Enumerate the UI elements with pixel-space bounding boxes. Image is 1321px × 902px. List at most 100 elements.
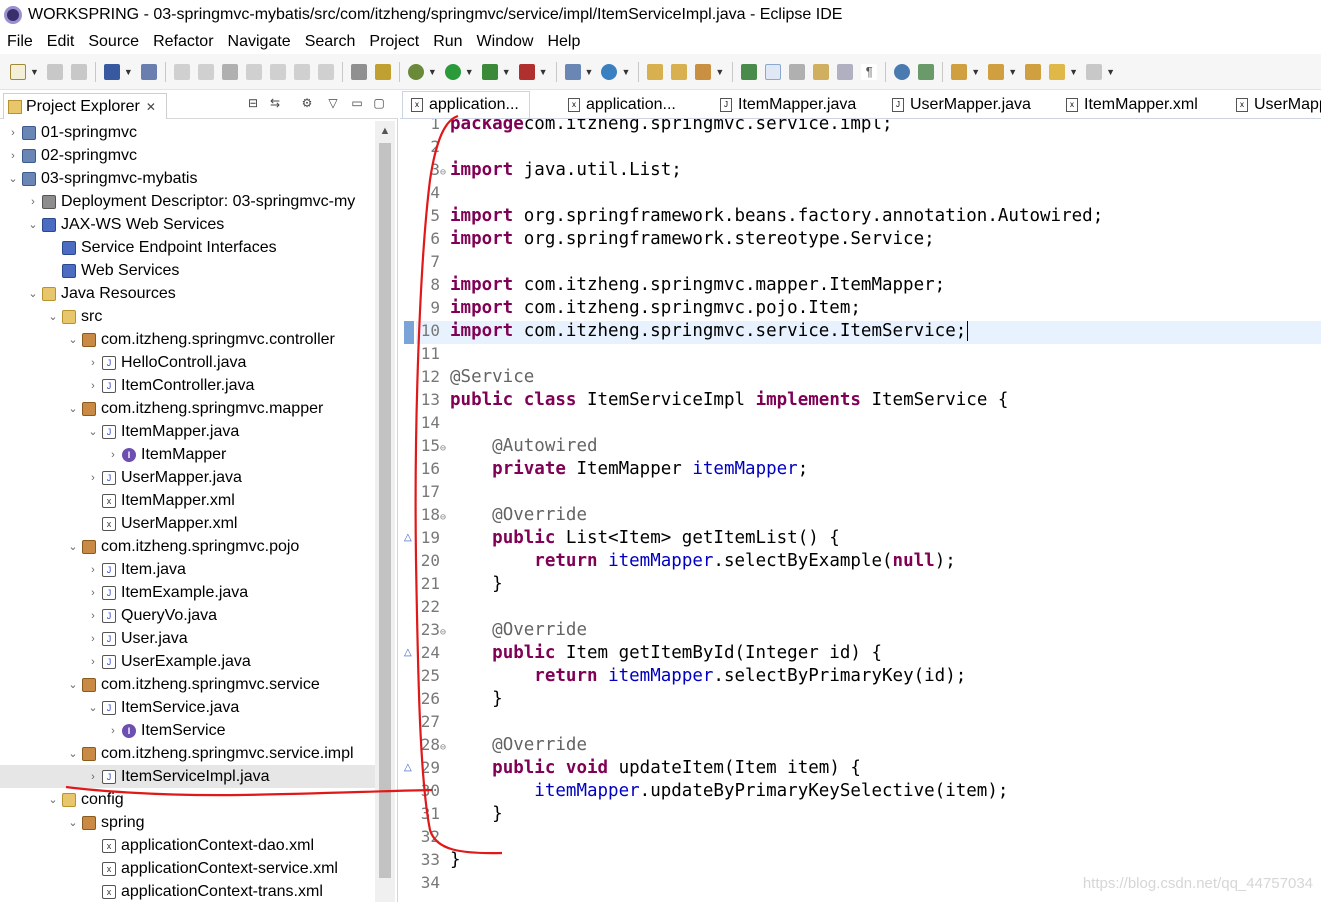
paragraph-icon[interactable]: ¶ (861, 63, 878, 80)
tree-item[interactable]: › J ItemExample.java (0, 581, 375, 604)
collapsed-chevron-icon[interactable]: › (86, 633, 100, 645)
code-line[interactable]: 32 (416, 825, 1321, 848)
expanded-chevron-icon[interactable]: ⌄ (26, 218, 40, 231)
expanded-chevron-icon[interactable]: ⌄ (86, 425, 100, 438)
collapsed-chevron-icon[interactable]: › (86, 357, 100, 369)
tree-item[interactable]: ⌄ com.itzheng.springmvc.controller (0, 328, 375, 351)
expanded-chevron-icon[interactable]: ⌄ (86, 701, 100, 714)
debug-dropdown-icon[interactable]: ▼ (428, 67, 437, 77)
minimize-icon[interactable]: ▭ (350, 96, 364, 110)
link-with-editor-icon[interactable]: ⇆ (268, 96, 282, 110)
code-line[interactable]: 1 packagecom.itzheng.springmvc.service.im… (416, 119, 1321, 135)
tree-item[interactable]: x applicationContext-trans.xml (0, 880, 375, 902)
tree-item[interactable]: › I ItemMapper (0, 443, 375, 466)
next-annotation-dropdown-icon[interactable]: ▼ (971, 67, 980, 77)
project-explorer-tab[interactable]: Project Explorer ✕ (3, 93, 167, 119)
code-line[interactable]: 20 return itemMapper.selectByExample(nul… (416, 549, 1321, 572)
debug-icon[interactable] (407, 63, 424, 80)
collapsed-chevron-icon[interactable]: › (106, 725, 120, 737)
code-line[interactable]: 29 public void updateItem(Item item) { (416, 756, 1321, 779)
close-view-icon[interactable]: ✕ (146, 100, 156, 114)
tree-item[interactable]: › J HelloControll.java (0, 351, 375, 374)
build-icon[interactable] (374, 63, 391, 80)
expanded-chevron-icon[interactable]: ⌄ (6, 172, 20, 185)
code-line[interactable]: 33} (416, 848, 1321, 871)
editor-tab[interactable]: x UserMapp (1228, 91, 1321, 118)
tree-item[interactable]: › I ItemService (0, 719, 375, 742)
code-line[interactable]: 31 } (416, 802, 1321, 825)
expanded-chevron-icon[interactable]: ⌄ (66, 816, 80, 829)
collapsed-chevron-icon[interactable]: › (86, 564, 100, 576)
scroll-up-icon[interactable]: ▲ (375, 121, 395, 141)
save-all-icon[interactable] (70, 63, 87, 80)
forward-icon[interactable] (1086, 63, 1103, 80)
code-line[interactable]: 13 public class ItemServiceImpl implement… (416, 388, 1321, 411)
tree-item[interactable]: ⌄ 03-springmvc-mybatis (0, 167, 375, 190)
maximize-icon[interactable]: ▢ (372, 96, 386, 110)
code-line[interactable]: 27 (416, 710, 1321, 733)
tree-item[interactable]: ⌄ com.itzheng.springmvc.service.impl (0, 742, 375, 765)
disconnect-icon[interactable] (245, 63, 262, 80)
collapsed-chevron-icon[interactable]: › (86, 472, 100, 484)
collapsed-chevron-icon[interactable]: › (106, 449, 120, 461)
code-line[interactable]: 28⊖ @Override (416, 733, 1321, 756)
next-annotation-icon[interactable] (951, 63, 968, 80)
expanded-chevron-icon[interactable]: ⌄ (66, 678, 80, 691)
override-marker-icon[interactable]: △ (404, 532, 414, 555)
code-line[interactable]: 24 public Item getItemById(Integer id) { (416, 641, 1321, 664)
expanded-chevron-icon[interactable]: ⌄ (66, 747, 80, 760)
terminal-icon[interactable] (103, 63, 120, 80)
explorer-scrollbar[interactable]: ▲ (375, 121, 395, 902)
tree-item[interactable]: › J ItemController.java (0, 374, 375, 397)
external-tools-icon[interactable] (518, 63, 535, 80)
tree-item[interactable]: ⌄ config (0, 788, 375, 811)
tree-item[interactable]: x applicationContext-dao.xml (0, 834, 375, 857)
search-icon[interactable] (695, 63, 712, 80)
previous-annotation-dropdown-icon[interactable]: ▼ (1008, 67, 1017, 77)
expanded-chevron-icon[interactable]: ⌄ (26, 287, 40, 300)
run-server-icon[interactable] (481, 63, 498, 80)
expanded-chevron-icon[interactable]: ⌄ (66, 540, 80, 553)
tree-item[interactable]: ⌄ com.itzheng.springmvc.pojo (0, 535, 375, 558)
collapsed-chevron-icon[interactable]: › (6, 150, 20, 162)
expanded-chevron-icon[interactable]: ⌄ (66, 402, 80, 415)
step-into-icon[interactable] (269, 63, 286, 80)
tree-item[interactable]: x ItemMapper.xml (0, 489, 375, 512)
new-java-project-dropdown-icon[interactable]: ▼ (585, 67, 594, 77)
menu-help[interactable]: Help (540, 33, 587, 51)
tree-item[interactable]: › 02-springmvc (0, 144, 375, 167)
expanded-chevron-icon[interactable]: ⌄ (66, 333, 80, 346)
menu-navigate[interactable]: Navigate (221, 33, 298, 51)
globe-icon[interactable] (894, 63, 911, 80)
menu-refactor[interactable]: Refactor (146, 33, 220, 51)
menu-project[interactable]: Project (362, 33, 426, 51)
run-dropdown-icon[interactable]: ▼ (465, 67, 474, 77)
tree-item[interactable]: Web Services (0, 259, 375, 282)
code-line[interactable]: 21 } (416, 572, 1321, 595)
tree-item[interactable]: ⌄ com.itzheng.springmvc.service (0, 673, 375, 696)
open-console-icon[interactable] (350, 63, 367, 80)
scrollbar-thumb[interactable] (379, 143, 391, 878)
view-menu-icon[interactable]: ▽ (326, 96, 340, 110)
terminate-icon[interactable] (221, 63, 238, 80)
menu-source[interactable]: Source (81, 33, 146, 51)
code-line[interactable]: 25 return itemMapper.selectByPrimaryKey(… (416, 664, 1321, 687)
step-return-icon[interactable] (317, 63, 334, 80)
menu-file[interactable]: File (0, 33, 40, 51)
run-icon[interactable] (444, 63, 461, 80)
code-line[interactable]: 14 (416, 411, 1321, 434)
tree-item[interactable]: ⌄ J ItemMapper.java (0, 420, 375, 443)
collapsed-chevron-icon[interactable]: › (86, 610, 100, 622)
collapsed-chevron-icon[interactable]: › (86, 380, 100, 392)
expanded-chevron-icon[interactable]: ⌄ (46, 310, 60, 323)
override-marker-icon[interactable]: △ (404, 762, 414, 785)
tree-item[interactable]: › J UserMapper.java (0, 466, 375, 489)
editor-tab[interactable]: x application... (402, 91, 530, 118)
tree-item[interactable]: x applicationContext-service.xml (0, 857, 375, 880)
tree-item[interactable]: Service Endpoint Interfaces (0, 236, 375, 259)
collapsed-chevron-icon[interactable]: › (26, 196, 40, 208)
code-line[interactable]: 10 import com.itzheng.springmvc.service.I… (416, 319, 1321, 342)
code-line[interactable]: 12 @Service (416, 365, 1321, 388)
tree-item[interactable]: › J ItemServiceImpl.java (0, 765, 375, 788)
code-line[interactable]: 30 itemMapper.updateByPrimaryKeySelectiv… (416, 779, 1321, 802)
